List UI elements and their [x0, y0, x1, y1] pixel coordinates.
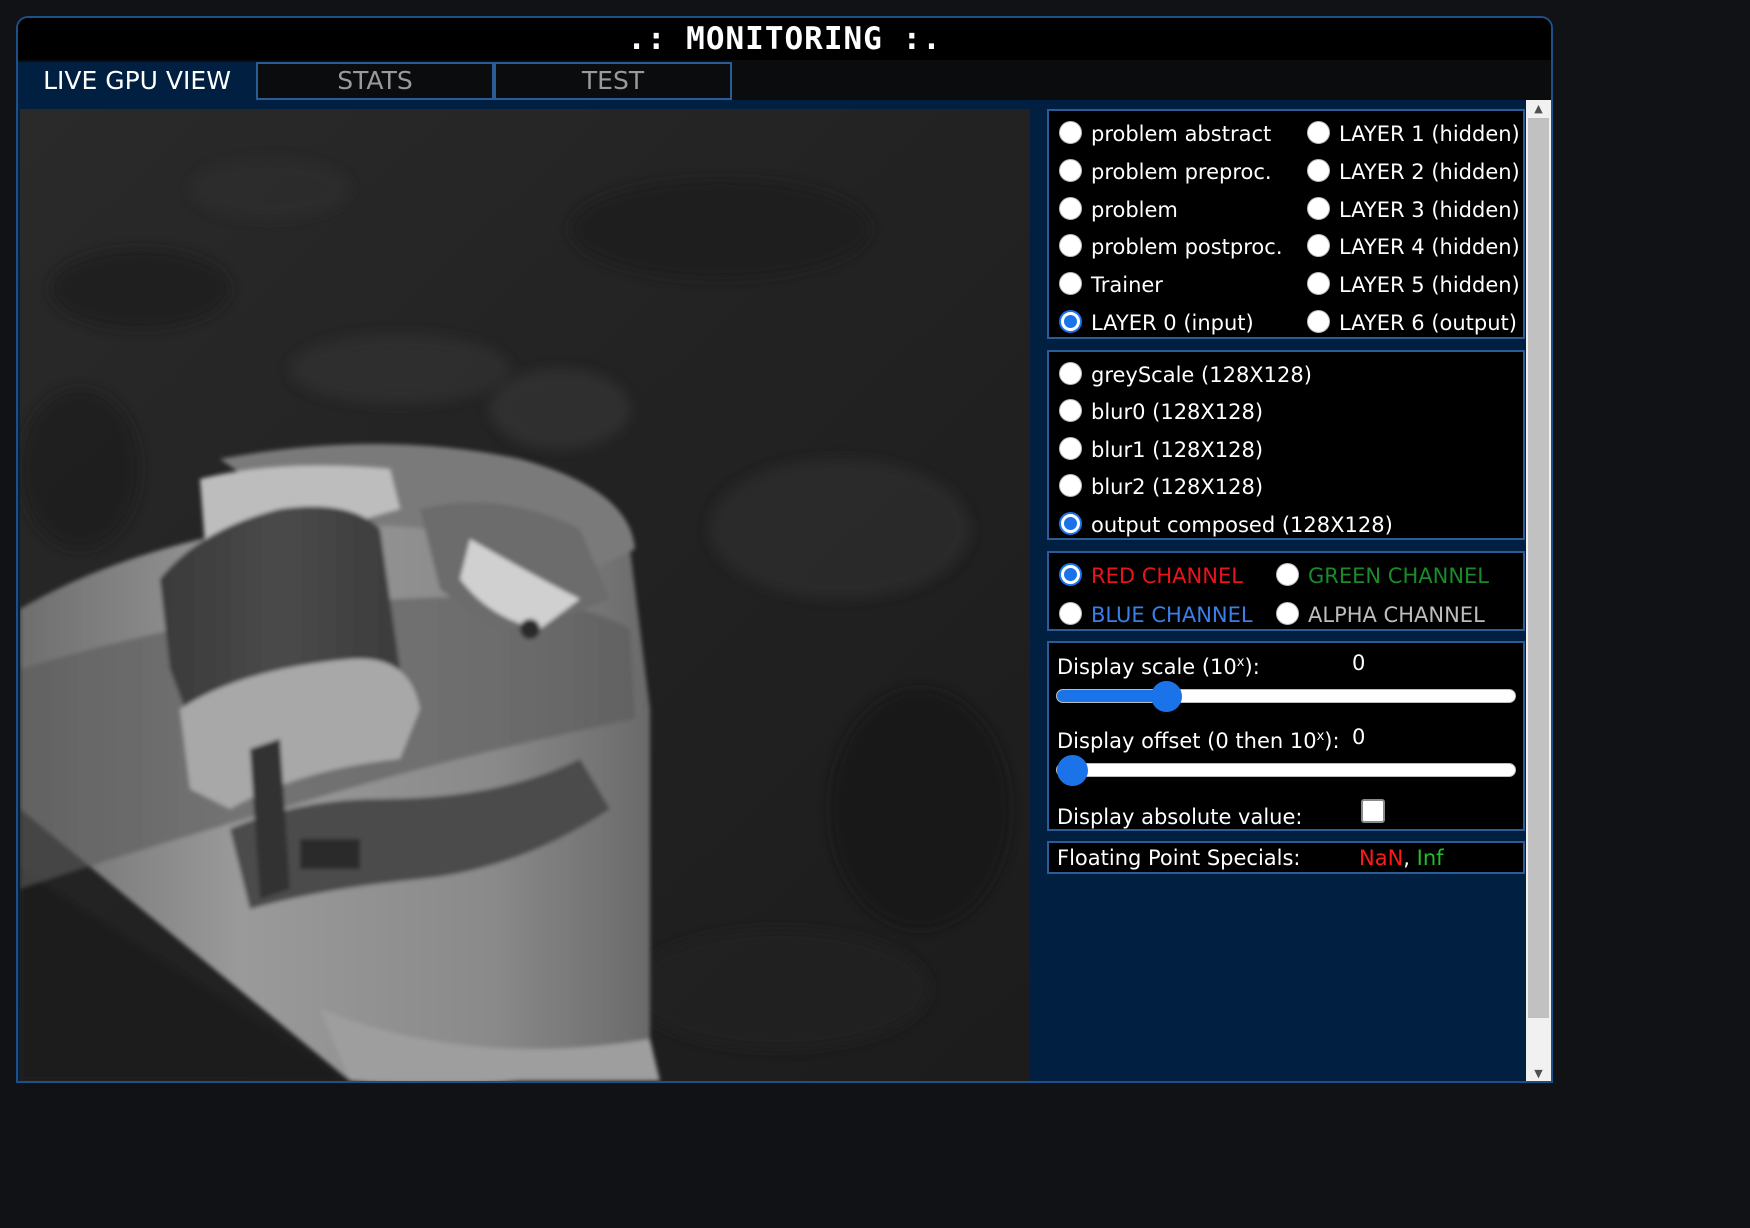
radio-button[interactable]: [1059, 437, 1082, 460]
display-scale-value: 0: [1352, 651, 1366, 675]
channel-radio-group: RED CHANNEL GREEN CHANNEL BLUE CHANNEL A…: [1047, 551, 1525, 631]
scroll-down-arrow-icon[interactable]: ▼: [1526, 1065, 1551, 1081]
blue-channel-label: BLUE CHANNEL: [1091, 603, 1253, 627]
radio-label: LAYER 0 (input): [1091, 311, 1254, 335]
radio-label: problem preproc.: [1091, 160, 1272, 184]
display-offset-label: Display offset (0 then 10x):: [1057, 729, 1340, 753]
radio-label: LAYER 5 (hidden): [1339, 273, 1520, 297]
radio-button-selected[interactable]: [1059, 512, 1082, 535]
radio-label: blur0 (128X128): [1091, 400, 1264, 424]
gpu-view-image: [20, 109, 1030, 1081]
monitoring-window: .: MONITORING :. LIVE GPU VIEW STATS TES…: [16, 16, 1553, 1083]
inf-indicator: Inf: [1416, 846, 1444, 870]
radio-label: LAYER 1 (hidden): [1339, 122, 1520, 146]
display-offset-slider[interactable]: [1056, 755, 1516, 786]
radio-label: Trainer: [1091, 273, 1163, 297]
source-radio-group: problem abstract problem preproc. proble…: [1047, 109, 1525, 339]
gpu-view-canvas[interactable]: [20, 109, 1030, 1081]
radio-button-selected[interactable]: [1059, 310, 1082, 333]
fp-specials-label: Floating Point Specials:: [1057, 846, 1301, 870]
display-controls: Display scale (10x): 0 Display offset (0…: [1047, 641, 1525, 831]
radio-label: problem abstract: [1091, 122, 1272, 146]
radio-button[interactable]: [1059, 234, 1082, 257]
display-offset-value: 0: [1352, 725, 1366, 749]
radio-button[interactable]: [1276, 602, 1299, 625]
radio-button-selected[interactable]: [1059, 563, 1082, 586]
slider-thumb[interactable]: [1057, 755, 1088, 786]
radio-button[interactable]: [1276, 563, 1299, 586]
radio-button[interactable]: [1059, 399, 1082, 422]
radio-button[interactable]: [1307, 197, 1330, 220]
radio-button[interactable]: [1307, 272, 1330, 295]
radio-button[interactable]: [1059, 159, 1082, 182]
tab-live-gpu-view[interactable]: LIVE GPU VIEW: [18, 62, 256, 102]
radio-label: output composed (128X128): [1091, 513, 1393, 537]
scroll-up-arrow-icon[interactable]: ▲: [1526, 100, 1551, 118]
main-content: problem abstract problem preproc. proble…: [18, 100, 1551, 1081]
fp-specials-values: NaN, Inf: [1359, 844, 1444, 872]
display-scale-slider[interactable]: [1056, 681, 1516, 712]
red-channel-label: RED CHANNEL: [1091, 564, 1243, 588]
radio-button[interactable]: [1059, 602, 1082, 625]
radio-button[interactable]: [1059, 272, 1082, 295]
radio-label: blur2 (128X128): [1091, 475, 1264, 499]
radio-label: problem postproc.: [1091, 235, 1283, 259]
display-scale-label: Display scale (10x):: [1057, 655, 1260, 679]
tab-test[interactable]: TEST: [494, 62, 732, 100]
radio-button[interactable]: [1059, 362, 1082, 385]
slider-fill: [1057, 690, 1167, 702]
window-title: .: MONITORING :.: [18, 18, 1551, 60]
control-panel: problem abstract problem preproc. proble…: [1047, 109, 1525, 1081]
radio-button[interactable]: [1059, 474, 1082, 497]
fp-specials-row: Floating Point Specials: NaN, Inf: [1047, 841, 1525, 874]
slider-thumb[interactable]: [1151, 681, 1183, 712]
radio-button[interactable]: [1307, 310, 1330, 333]
radio-label: problem: [1091, 198, 1178, 222]
radio-label: LAYER 4 (hidden): [1339, 235, 1520, 259]
alpha-channel-label: ALPHA CHANNEL: [1308, 603, 1485, 627]
radio-label: LAYER 2 (hidden): [1339, 160, 1520, 184]
radio-button[interactable]: [1059, 197, 1082, 220]
radio-label: blur1 (128X128): [1091, 438, 1264, 462]
radio-button[interactable]: [1307, 121, 1330, 144]
display-absolute-checkbox[interactable]: [1361, 799, 1385, 823]
tab-stats[interactable]: STATS: [256, 62, 494, 100]
radio-button[interactable]: [1307, 234, 1330, 257]
radio-label: LAYER 6 (output): [1339, 311, 1517, 335]
scrollbar-thumb[interactable]: [1528, 118, 1549, 1018]
nan-indicator: NaN: [1359, 846, 1404, 870]
radio-button[interactable]: [1059, 121, 1082, 144]
green-channel-label: GREEN CHANNEL: [1308, 564, 1489, 588]
radio-label: greyScale (128X128): [1091, 363, 1312, 387]
radio-label: LAYER 3 (hidden): [1339, 198, 1520, 222]
separator: ,: [1403, 846, 1410, 870]
radio-button[interactable]: [1307, 159, 1330, 182]
display-absolute-label: Display absolute value:: [1057, 805, 1303, 829]
buffer-radio-group: greyScale (128X128) blur0 (128X128) blur…: [1047, 350, 1525, 540]
vertical-scrollbar[interactable]: ▲ ▼: [1526, 100, 1551, 1081]
